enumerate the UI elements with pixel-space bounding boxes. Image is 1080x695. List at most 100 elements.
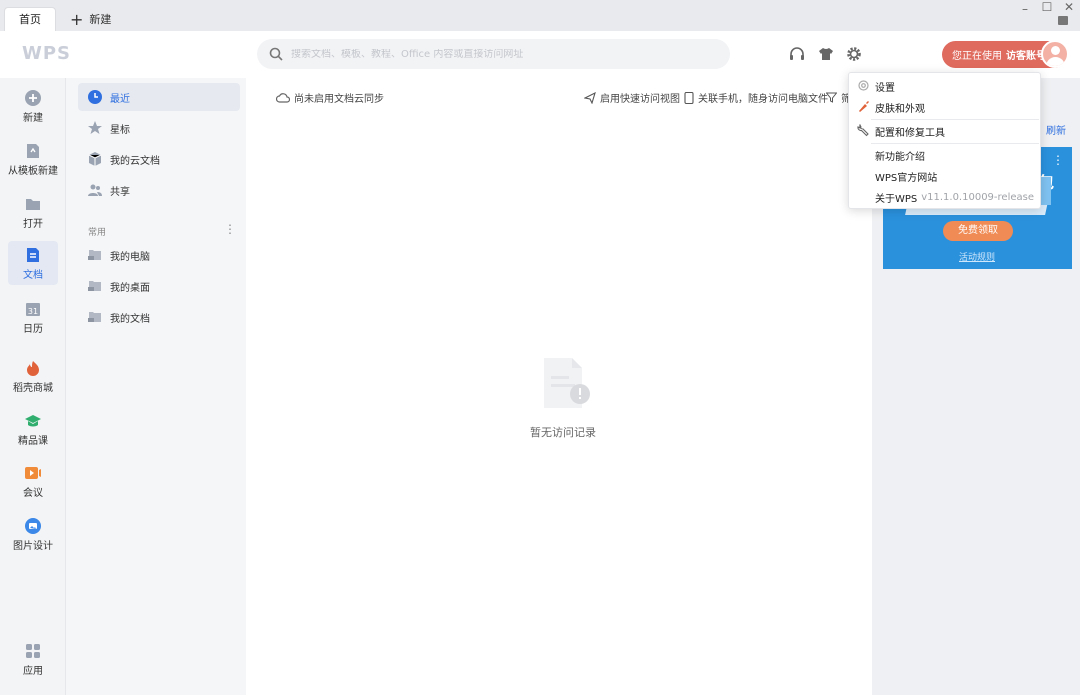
maximize-button[interactable]: ☐ [1036,0,1058,14]
settings-dropdown-menu: 设置 皮肤和外观 配置和修复工具 新功能介绍 WPS官方网站 关于WPS v11… [848,72,1041,209]
phone-link-button[interactable]: 关联手机，随身访问电脑文件 [684,90,828,105]
rail-item-new[interactable]: 新建 [8,84,58,128]
cloud-cube-icon [88,152,102,166]
nav-item-label: 最近 [110,93,130,105]
minimize-button[interactable]: – [1014,2,1036,16]
menu-item-label: 关于WPS [875,193,918,205]
gear-icon[interactable] [845,45,863,63]
cloud-sync-icon [276,92,290,103]
desktop-folder-icon [88,281,101,291]
tab-home[interactable]: 首页 [4,7,56,31]
quick-view-button[interactable]: 启用快速访问视图 [584,90,680,105]
rail-item-image-design[interactable]: 图片设计 [8,512,58,556]
left-rail: 新建 从模板新建 打开 文档 31 日历 稻壳商城 精品课 会议 图片设计 应用 [0,78,66,695]
account-prefix: 您正在使用 [952,51,1002,62]
computer-folder-icon [88,250,101,260]
nav-item-label: 我的云文档 [110,155,160,167]
rail-label: 图片设计 [13,541,53,552]
filter-icon [826,92,837,103]
more-icon[interactable]: ⋮ [224,222,236,236]
rail-label: 文档 [23,270,43,281]
more-icon[interactable]: ⋮ [1052,153,1064,167]
people-icon [88,184,102,196]
menu-item-label: 设置 [875,82,895,94]
close-button[interactable]: ✕ [1058,0,1080,14]
menu-item-label: 配置和修复工具 [875,127,945,139]
rail-label: 从模板新建 [8,166,58,177]
apps-grid-icon [26,644,40,658]
headset-icon[interactable] [788,45,806,63]
search-input[interactable] [291,48,711,60]
menu-item-skin[interactable]: 皮肤和外观 [849,97,1040,117]
documents-folder-icon [88,312,101,322]
account-name: 访客账号 [1006,51,1046,62]
rail-item-apps[interactable]: 应用 [8,637,58,681]
nav-item-label: 共享 [110,186,130,198]
plus-circle-icon [25,90,41,106]
menu-item-repair-tool[interactable]: 配置和修复工具 [849,121,1040,141]
nav-item-label: 星标 [110,124,130,136]
send-icon [584,91,596,104]
menu-item-label: WPS官方网站 [875,172,938,184]
free-claim-button[interactable]: 免费领取 [943,221,1013,241]
svg-text:31: 31 [28,307,38,316]
calendar-icon: 31 [26,303,40,316]
phone-icon [684,91,694,104]
document-icon [27,248,39,262]
wrench-icon [857,124,869,137]
menu-item-settings[interactable]: 设置 [849,76,1040,96]
rail-label: 日历 [23,324,43,335]
skin-shirt-icon[interactable] [817,45,835,63]
rail-item-meeting[interactable]: 会议 [8,459,58,503]
menu-item-about[interactable]: 关于WPS v11.1.0.10009-release [849,187,1040,207]
menu-item-new-features[interactable]: 新功能介绍 [849,145,1040,165]
rail-label: 稻壳商城 [13,383,53,394]
cloud-sync-link[interactable]: 尚未启用文档云同步 [276,90,384,105]
folder-icon [26,199,40,210]
clock-icon [88,90,102,104]
empty-document-icon [544,358,590,408]
main-content: 尚未启用文档云同步 启用快速访问视图 关联手机，随身访问电脑文件 筛 暂无访问记… [246,78,872,695]
sync-text: 尚未启用文档云同步 [294,94,384,105]
image-icon [25,518,41,534]
nav-item-label: 我的桌面 [110,282,150,294]
rail-item-documents[interactable]: 文档 [8,241,58,285]
rail-item-template[interactable]: 从模板新建 [8,137,58,181]
rail-label: 精品课 [18,436,48,447]
rail-item-store[interactable]: 稻壳商城 [8,354,58,398]
rail-label: 新建 [23,113,43,124]
menu-item-official-site[interactable]: WPS官方网站 [849,166,1040,186]
avatar[interactable] [1041,40,1069,68]
window-mode-icon[interactable] [1058,16,1068,25]
nav-panel: 最近 星标 我的云文档 共享 常用 ⋮ 我的电脑 我的桌面 我的文档 [66,78,246,695]
rail-label: 会议 [23,488,43,499]
phone-link-label: 关联手机，随身访问电脑文件 [698,94,828,105]
rail-item-courses[interactable]: 精品课 [8,407,58,451]
wps-logo: WPS [22,43,72,64]
search-icon [269,47,283,61]
rail-label: 打开 [23,219,43,230]
brush-icon [859,101,869,112]
star-icon [88,121,102,134]
account-button[interactable]: 您正在使用 访客账号 [942,40,1069,68]
new-tab-label: 新建 [89,13,112,26]
activity-rules-link[interactable]: 活动规则 [959,250,995,263]
rail-label: 应用 [23,666,43,677]
menu-item-label: 皮肤和外观 [875,103,925,115]
tab-bar: 首页 + 新建 – ☐ ✕ [0,0,1080,31]
menu-divider [871,143,1039,144]
rail-item-calendar[interactable]: 31 日历 [8,295,58,339]
empty-state-text: 暂无访问记录 [530,426,596,439]
refresh-link[interactable]: 刷新 [1046,122,1066,137]
nav-item-label: 我的电脑 [110,251,150,263]
common-section-title: 常用 [88,228,107,238]
video-icon [25,467,41,479]
nav-item-label: 我的文档 [110,313,150,325]
new-tab-button[interactable]: + 新建 [70,10,111,30]
nav-item-recent[interactable]: 最近 [78,83,240,111]
search-bar[interactable] [257,39,730,69]
version-text: v11.1.0.10009-release [921,191,1034,203]
flame-icon [27,361,39,376]
rail-item-open[interactable]: 打开 [8,190,58,234]
settings-icon [858,80,869,91]
